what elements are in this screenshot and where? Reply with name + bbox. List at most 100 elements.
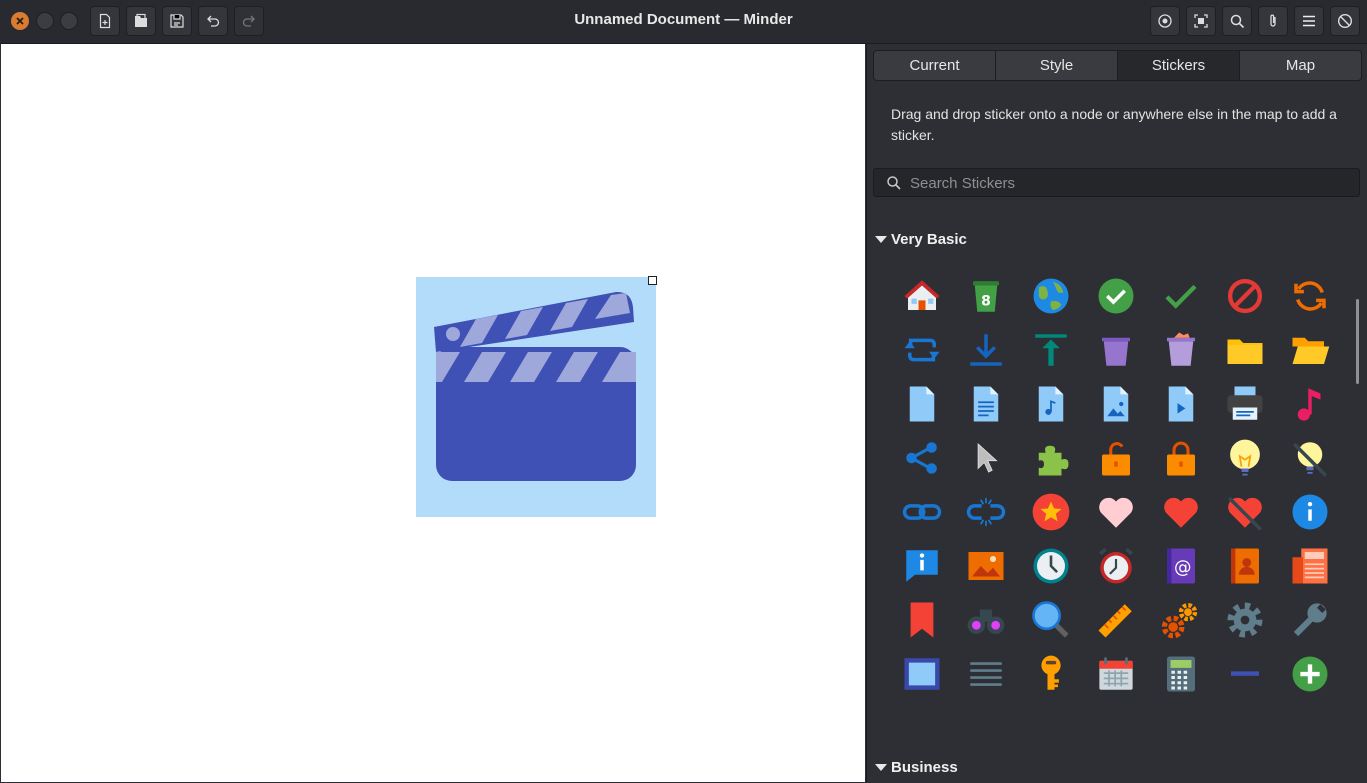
- disable-button[interactable]: [1330, 6, 1360, 36]
- sticker-sync[interactable]: [900, 328, 943, 371]
- sticker-share[interactable]: [900, 436, 943, 479]
- sticker-heart-empty[interactable]: [1094, 490, 1137, 533]
- sticker-document-audio[interactable]: [1030, 382, 1073, 425]
- sticker-document-image[interactable]: [1094, 382, 1137, 425]
- sticker-upload[interactable]: [1030, 328, 1073, 371]
- minimize-window-button[interactable]: [36, 12, 54, 30]
- newspaper-icon: [1292, 548, 1328, 583]
- sticker-info[interactable]: [1289, 490, 1332, 533]
- sticker-recycle[interactable]: 8: [965, 274, 1008, 317]
- sticker-home[interactable]: [900, 274, 943, 317]
- sticker-cursor[interactable]: [965, 436, 1008, 479]
- puzzle-icon: [1038, 445, 1069, 475]
- save-as-button[interactable]: [162, 6, 192, 36]
- focus-mode-icon: [1158, 14, 1172, 28]
- music-icon: [1298, 387, 1321, 421]
- main-menu-button[interactable]: [1294, 6, 1324, 36]
- sync-icon: [904, 338, 939, 361]
- sticker-info-bubble[interactable]: [900, 544, 943, 587]
- maximize-window-button[interactable]: [60, 12, 78, 30]
- search-icon: [887, 176, 901, 190]
- attach-button[interactable]: [1258, 6, 1288, 36]
- sticker-search-field[interactable]: [873, 168, 1360, 198]
- tab-stickers[interactable]: Stickers: [1118, 51, 1240, 80]
- sticker-check-circle[interactable]: [1094, 274, 1137, 317]
- title-bar: Unnamed Document — Minder: [0, 0, 1367, 44]
- scrollbar-thumb[interactable]: [1356, 299, 1359, 384]
- undo-button[interactable]: [198, 6, 228, 36]
- sticker-printer[interactable]: [1224, 382, 1267, 425]
- sticker-bulb-off[interactable]: [1289, 436, 1332, 479]
- resize-handle[interactable]: [648, 276, 657, 285]
- sticker-search-input[interactable]: [908, 169, 1352, 198]
- sticker-music[interactable]: [1289, 382, 1332, 425]
- sticker-unlock[interactable]: [1094, 436, 1137, 479]
- sticker-bookmark[interactable]: [900, 598, 943, 641]
- sticker-frame[interactable]: [900, 652, 943, 695]
- sticker-alarm[interactable]: [1094, 544, 1137, 587]
- sticker-trash-full[interactable]: [1159, 328, 1202, 371]
- close-window-button[interactable]: [11, 12, 29, 30]
- gears-icon: [1161, 602, 1197, 638]
- focus-mode-button[interactable]: [1150, 6, 1180, 36]
- sticker-calculator[interactable]: [1159, 652, 1202, 695]
- sticker-check[interactable]: [1159, 274, 1202, 317]
- sticker-heart-broken[interactable]: [1224, 490, 1267, 533]
- sticker-folder-open[interactable]: [1289, 328, 1332, 371]
- bookmark-icon: [910, 602, 933, 637]
- printer-icon: [1227, 386, 1263, 420]
- sticker-wrench[interactable]: [1289, 598, 1332, 641]
- tab-map[interactable]: Map: [1240, 51, 1361, 80]
- mind-map-canvas[interactable]: [1, 44, 865, 782]
- sticker-trash-empty[interactable]: [1094, 328, 1137, 371]
- sticker-lock[interactable]: [1159, 436, 1202, 479]
- sticker-clock[interactable]: [1030, 544, 1073, 587]
- sticker-magnifier[interactable]: [1030, 598, 1073, 641]
- sidebar-tabs: Current Style Stickers Map: [873, 50, 1362, 81]
- sticker-picture[interactable]: [965, 544, 1008, 587]
- forbidden-icon: [1228, 278, 1263, 313]
- sticker-refresh[interactable]: [1289, 274, 1332, 317]
- sticker-key[interactable]: [1030, 652, 1073, 695]
- tab-current[interactable]: Current: [874, 51, 996, 80]
- sticker-gears[interactable]: [1159, 598, 1202, 641]
- ruler-icon: [1098, 603, 1132, 637]
- sticker-minus[interactable]: [1224, 652, 1267, 695]
- new-document-button[interactable]: [90, 6, 120, 36]
- sticker-forbidden[interactable]: [1224, 274, 1267, 317]
- sticker-binoculars[interactable]: [965, 598, 1008, 641]
- category-very-basic[interactable]: Very Basic: [875, 231, 967, 248]
- sticker-link[interactable]: [900, 490, 943, 533]
- sticker-lines[interactable]: [965, 652, 1008, 695]
- sticker-folder[interactable]: [1224, 328, 1267, 371]
- sticker-document[interactable]: [900, 382, 943, 425]
- zoom-fit-button[interactable]: [1186, 6, 1216, 36]
- share-icon: [905, 441, 937, 474]
- new-document-icon: [99, 13, 111, 29]
- search-button[interactable]: [1222, 6, 1252, 36]
- sticker-calendar[interactable]: [1094, 652, 1137, 695]
- sticker-download[interactable]: [965, 328, 1008, 371]
- sticker-ruler[interactable]: [1094, 598, 1137, 641]
- sticker-document-video[interactable]: [1159, 382, 1202, 425]
- link-icon: [902, 503, 941, 520]
- trash-full-icon: [1166, 332, 1195, 366]
- sticker-address-book[interactable]: @: [1159, 544, 1202, 587]
- tab-style[interactable]: Style: [996, 51, 1118, 80]
- sticker-contact[interactable]: [1224, 544, 1267, 587]
- sticker-document-text[interactable]: [965, 382, 1008, 425]
- open-document-button[interactable]: [126, 6, 156, 36]
- sticker-newspaper[interactable]: [1289, 544, 1332, 587]
- sticker-heart[interactable]: [1159, 490, 1202, 533]
- category-business[interactable]: Business: [875, 759, 958, 776]
- sticker-globe[interactable]: [1030, 274, 1073, 317]
- selected-node[interactable]: [416, 277, 656, 517]
- sticker-star[interactable]: [1030, 490, 1073, 533]
- category-label: Very Basic: [891, 231, 967, 248]
- sticker-bulb-on[interactable]: [1224, 436, 1267, 479]
- redo-button[interactable]: [234, 6, 264, 36]
- sticker-puzzle[interactable]: [1030, 436, 1073, 479]
- sticker-unlink[interactable]: [965, 490, 1008, 533]
- sticker-gear[interactable]: [1224, 598, 1267, 641]
- sticker-plus[interactable]: [1289, 652, 1332, 695]
